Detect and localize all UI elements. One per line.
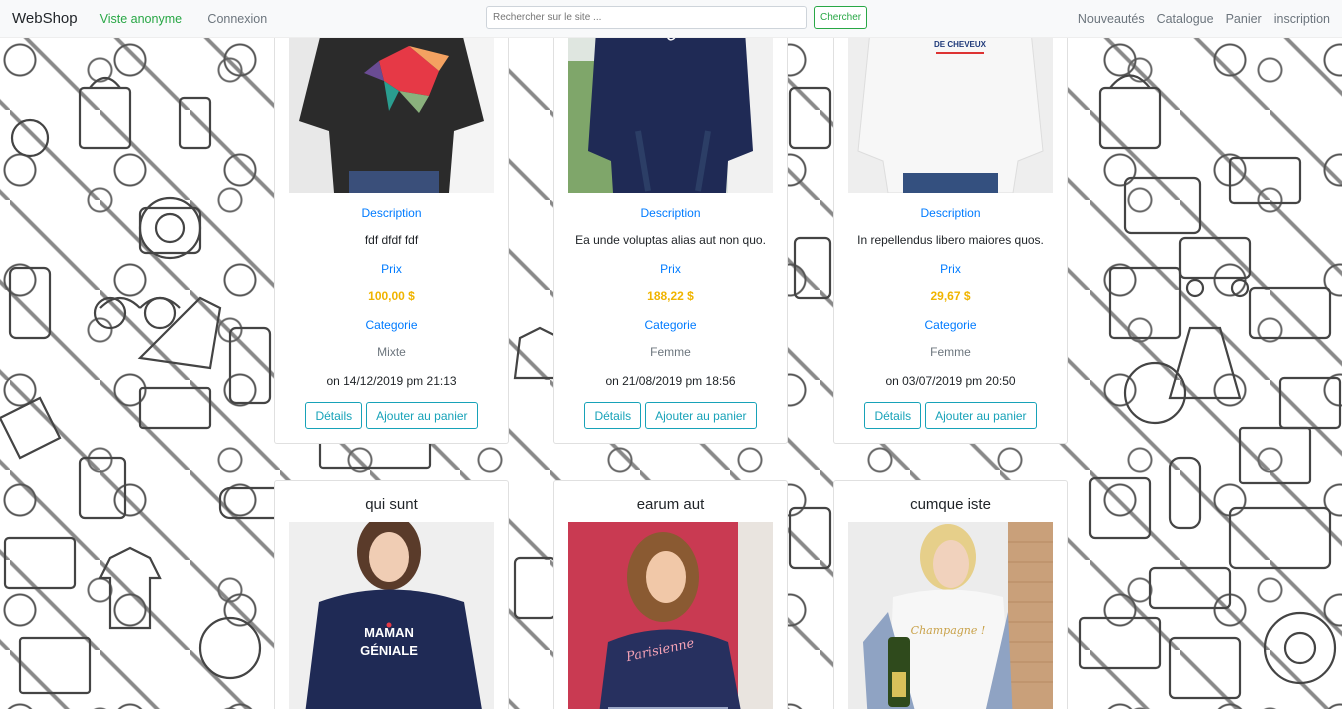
product-price: 29,67 $	[930, 289, 971, 303]
search-button[interactable]: Chercher	[814, 6, 868, 29]
svg-text:Champagne !: Champagne !	[911, 624, 986, 637]
price-label: Prix	[940, 262, 961, 276]
nav-new-arrivals[interactable]: Nouveautés	[1078, 12, 1145, 26]
category-label: Categorie	[365, 318, 418, 332]
details-button[interactable]: Détails	[305, 402, 363, 429]
product-image[interactable]: Champagne !	[848, 522, 1053, 709]
product-title: cumque iste	[910, 496, 991, 513]
product-title: qui sunt	[365, 496, 418, 513]
product-date: on 21/08/2019 pm 18:56	[605, 374, 736, 388]
product-card: PAS BESOIN DE CHEVEUX Description In rep…	[833, 0, 1068, 444]
description-label: Description	[640, 206, 701, 220]
category-label: Categorie	[924, 318, 977, 332]
product-description: In repellendus libero maiores quos.	[857, 233, 1044, 247]
nav-login[interactable]: Connexion	[207, 12, 267, 26]
card-actions: Détails Ajouter au panier	[834, 402, 1067, 429]
details-button[interactable]: Détails	[584, 402, 642, 429]
product-card: qui sunt MAMAN GÉNIALE	[274, 480, 509, 709]
product-price: 188,22 $	[647, 289, 694, 303]
nav-cart[interactable]: Panier	[1226, 12, 1262, 26]
product-card: earum aut Parisienne	[553, 480, 788, 709]
description-label: Description	[361, 206, 422, 220]
card-actions: Détails Ajouter au panier	[554, 402, 787, 429]
product-description: Ea unde voluptas alias aut non quo.	[575, 233, 766, 247]
product-image[interactable]: Parisienne	[568, 522, 773, 709]
svg-text:DE CHEVEUX: DE CHEVEUX	[934, 40, 987, 49]
product-title: earum aut	[636, 496, 705, 513]
product-date: on 03/07/2019 pm 20:50	[885, 374, 1016, 388]
price-label: Prix	[660, 262, 681, 276]
svg-text:GÉNIALE: GÉNIALE	[360, 643, 418, 658]
nav-signup[interactable]: inscription	[1274, 12, 1330, 26]
product-category: Mixte	[377, 345, 406, 359]
product-date: on 14/12/2019 pm 21:13	[326, 374, 457, 388]
description-label: Description	[920, 206, 981, 220]
product-card: Description fdf dfdf fdf Prix 100,00 $ C…	[274, 0, 509, 444]
brand-logo[interactable]: WebShop	[12, 10, 78, 27]
search-form: Chercher	[486, 6, 868, 29]
nav-catalog[interactable]: Catalogue	[1157, 12, 1214, 26]
add-to-cart-button[interactable]: Ajouter au panier	[645, 402, 757, 429]
product-category: Femme	[650, 345, 691, 359]
product-category: Femme	[930, 345, 971, 359]
top-navbar: WebShop Viste anonyme Connexion Chercher…	[0, 0, 1342, 38]
product-card: cumque iste Champagne !	[833, 480, 1068, 709]
search-input[interactable]	[486, 6, 807, 29]
product-image[interactable]: MAMAN GÉNIALE	[289, 522, 494, 709]
product-price: 100,00 $	[368, 289, 415, 303]
add-to-cart-button[interactable]: Ajouter au panier	[366, 402, 478, 429]
nav-right-links: Nouveautés Catalogue Panier inscription	[1078, 0, 1330, 38]
nav-anonymous-visit[interactable]: Viste anonyme	[100, 12, 182, 26]
product-description: fdf dfdf fdf	[364, 233, 419, 247]
product-card: SALE GOSSE Description Ea unde voluptas …	[553, 0, 788, 444]
category-label: Categorie	[644, 318, 697, 332]
price-label: Prix	[381, 262, 402, 276]
card-actions: Détails Ajouter au panier	[275, 402, 508, 429]
details-button[interactable]: Détails	[864, 402, 922, 429]
add-to-cart-button[interactable]: Ajouter au panier	[925, 402, 1037, 429]
